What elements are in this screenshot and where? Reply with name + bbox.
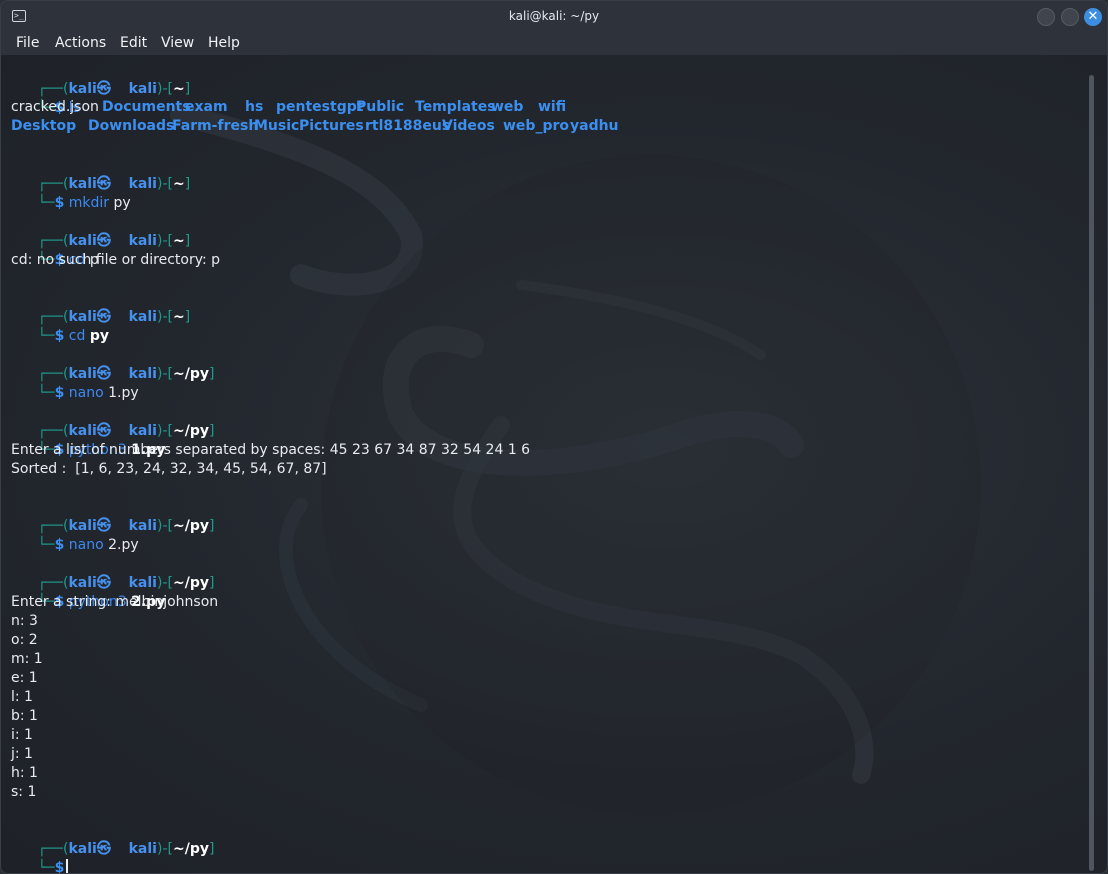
list-item: exam xyxy=(185,99,228,115)
close-button[interactable]: ✕ xyxy=(1084,8,1102,26)
program-output: Enter a string: melbinjohnson xyxy=(11,594,219,610)
count-line: j: 1 xyxy=(11,746,33,762)
count-line: l: 1 xyxy=(11,689,33,705)
list-item: Documents xyxy=(102,99,191,115)
list-item: web xyxy=(491,99,524,115)
terminal-area[interactable]: ┌──(kali㉿ kali)-[~] └─$ ls cracked.json … xyxy=(1,55,1107,873)
menu-actions[interactable]: Actions xyxy=(55,35,106,51)
list-item: yadhu xyxy=(570,118,619,134)
minimize-button[interactable] xyxy=(1037,8,1055,26)
menu-bar: File Actions Edit View Help xyxy=(1,33,1107,55)
list-item: web_pro xyxy=(503,118,569,134)
list-item: Templates xyxy=(415,99,496,115)
command-line: └─$ nano 1.py xyxy=(37,385,139,401)
menu-help[interactable]: Help xyxy=(208,35,240,51)
prompt-line: ┌──(kali㉿ kali)-[~/py] xyxy=(37,366,215,382)
prompt-line: ┌──(kali㉿ kali)-[~] xyxy=(37,233,191,249)
prompt-line: ┌──(kali㉿ kali)-[~] xyxy=(37,176,191,192)
command-line: └─$ mkdir py xyxy=(37,195,131,211)
maximize-button[interactable] xyxy=(1061,8,1079,26)
list-item: Desktop xyxy=(11,118,77,134)
prompt-line: ┌──(kali㉿ kali)-[~] xyxy=(37,81,191,97)
menu-file[interactable]: File xyxy=(16,35,39,51)
prompt-line: ┌──(kali㉿ kali)-[~/py] xyxy=(37,423,215,439)
list-item: Pictures xyxy=(299,118,364,134)
program-output: Sorted : [1, 6, 23, 24, 32, 34, 45, 54, … xyxy=(11,461,327,477)
prompt-line: ┌──(kali㉿ kali)-[~] xyxy=(37,309,191,325)
count-line: h: 1 xyxy=(11,765,38,781)
count-line: e: 1 xyxy=(11,670,38,686)
count-line: b: 1 xyxy=(11,708,38,724)
error-output: cd: no such file or directory: p xyxy=(11,252,221,268)
prompt-line: ┌──(kali㉿ kali)-[~/py] xyxy=(37,841,215,857)
list-item: cracked.json xyxy=(11,99,99,115)
list-item: hs xyxy=(245,99,264,115)
active-command-line[interactable]: └─$ xyxy=(11,840,69,873)
count-line: m: 1 xyxy=(11,651,43,667)
list-item: Videos xyxy=(442,118,495,134)
list-item: Public xyxy=(356,99,405,115)
menu-edit[interactable]: Edit xyxy=(120,35,147,51)
list-item: wifi xyxy=(538,99,567,115)
list-item: Downloads xyxy=(88,118,175,134)
text-cursor xyxy=(66,859,69,873)
command-line: └─$ nano 2.py xyxy=(37,537,139,553)
program-output: Enter a list of numbers separated by spa… xyxy=(11,442,531,458)
count-line: o: 2 xyxy=(11,632,38,648)
command-line: └─$ python3 2.py xyxy=(37,594,166,610)
menu-view[interactable]: View xyxy=(161,35,194,51)
count-line: i: 1 xyxy=(11,727,33,743)
command-line: └─$ cd py xyxy=(37,328,109,344)
prompt-line: ┌──(kali㉿ kali)-[~/py] xyxy=(37,575,215,591)
close-icon: ✕ xyxy=(1087,9,1099,24)
title-bar[interactable]: >_ kali@kali: ~/py ✕ xyxy=(1,1,1107,33)
count-line: n: 3 xyxy=(11,613,38,629)
command-line: └─$ cd p xyxy=(37,252,99,268)
terminal-window: >_ kali@kali: ~/py ✕ File Actions Edit V… xyxy=(0,0,1108,874)
scrollbar-thumb[interactable] xyxy=(1089,75,1094,871)
prompt-line: ┌──(kali㉿ kali)-[~/py] xyxy=(37,518,215,534)
command-line: └─$ python3 1.py xyxy=(37,442,166,458)
count-line: s: 1 xyxy=(11,784,37,800)
list-item: pentestgpt xyxy=(276,99,364,115)
list-item: Farm-fresh xyxy=(172,118,259,134)
list-item: Music xyxy=(254,118,300,134)
list-item: rtl8188eus xyxy=(365,118,451,134)
command-line: └─$ ls xyxy=(37,100,80,116)
window-title: kali@kali: ~/py xyxy=(508,9,600,23)
scrollbar[interactable] xyxy=(1087,75,1097,871)
